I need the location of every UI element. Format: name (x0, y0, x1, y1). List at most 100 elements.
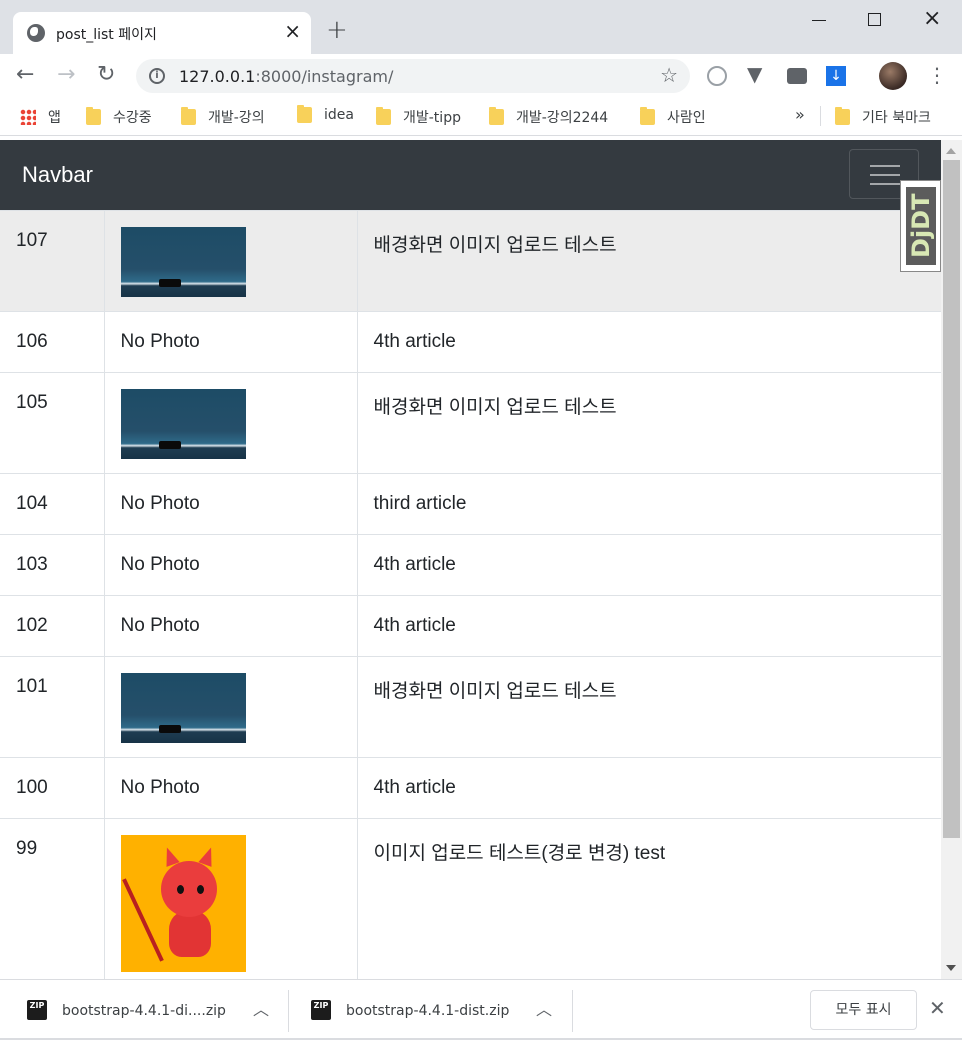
bookmark-folder[interactable]: idea (297, 105, 354, 123)
post-id-cell: 102 (0, 595, 104, 657)
post-id-cell: 103 (0, 534, 104, 596)
post-title-cell[interactable]: 4th article (357, 757, 941, 819)
vue-devtools-icon[interactable]: ▼ (747, 62, 767, 86)
post-title-cell[interactable]: 이미지 업로드 테스트(경로 변경) test (357, 818, 941, 979)
download-item[interactable]: ZIP bootstrap-4.4.1-dist.zip ︿ (289, 980, 572, 1040)
download-divider (572, 990, 573, 1032)
post-title-cell[interactable]: third article (357, 473, 941, 535)
post-photo-thumbnail (120, 389, 246, 459)
bookmarks-overflow-button[interactable]: » (795, 105, 805, 124)
folder-icon (181, 107, 196, 125)
bookmark-label: 개발-tipp (403, 110, 461, 126)
browser-tab[interactable]: post_list 페이지 × (13, 12, 311, 54)
close-tab-icon[interactable]: × (284, 21, 301, 41)
table-row: 102 No Photo 4th article (0, 595, 941, 657)
post-photo-cell: No Photo (103, 595, 358, 657)
scroll-down-arrow[interactable] (946, 965, 956, 971)
url-path: :8000/instagram/ (255, 67, 394, 86)
new-tab-button[interactable]: + (326, 17, 348, 43)
download-arrow-icon[interactable]: ↓ (826, 66, 846, 86)
back-icon[interactable]: ← (16, 61, 34, 89)
post-title-cell[interactable]: 4th article (357, 595, 941, 657)
post-photo-cell (103, 210, 358, 312)
other-bookmarks[interactable]: 기타 북마크 (835, 107, 931, 127)
eye-shape (176, 885, 184, 894)
bookmark-label: 사람인 (667, 110, 706, 126)
minimize-icon[interactable] (812, 20, 826, 21)
globe-icon (27, 24, 45, 42)
post-photo-cell: No Photo (103, 757, 358, 819)
apps-grid-icon (20, 109, 36, 125)
scroll-up-arrow[interactable] (946, 148, 956, 154)
post-photo-thumbnail (120, 673, 246, 743)
torso-shape (168, 911, 211, 957)
bookmark-folder[interactable]: 개발-tipp (376, 107, 461, 127)
bookmark-folder[interactable]: 개발-강의 (181, 107, 265, 127)
browser-toolbar: ← → ↻ i 127.0.0.1:8000/instagram/ ☆ ▼ ↓ … (0, 54, 962, 98)
forward-icon[interactable]: → (57, 61, 75, 89)
url-host: 127.0.0.1 (179, 67, 256, 86)
reload-icon[interactable]: ↻ (97, 61, 115, 89)
bookmark-label: 기타 북마크 (862, 110, 931, 126)
extension-icon[interactable] (707, 66, 727, 86)
post-title-cell[interactable]: 배경화면 이미지 업로드 테스트 (357, 656, 941, 758)
folder-icon (489, 107, 504, 125)
post-title-cell[interactable]: 배경화면 이미지 업로드 테스트 (357, 372, 941, 474)
post-photo-cell (103, 372, 358, 474)
download-filename: bootstrap-4.4.1-dist.zip (346, 1003, 510, 1019)
download-item[interactable]: ZIP bootstrap-4.4.1-di....zip ︿ (0, 980, 288, 1040)
scroll-thumb[interactable] (943, 160, 960, 838)
browser-titlebar: post_list 페이지 × + × (0, 0, 962, 54)
table-row: 101 배경화면 이미지 업로드 테스트 (0, 656, 941, 758)
profile-avatar[interactable] (879, 62, 907, 90)
hamburger-line (870, 183, 900, 185)
post-title-cell[interactable]: 4th article (357, 534, 941, 596)
post-id-cell: 104 (0, 473, 104, 535)
bookmark-label: 앱 (48, 110, 61, 126)
post-title-cell[interactable]: 4th article (357, 311, 941, 373)
table-row: 104 No Photo third article (0, 473, 941, 535)
bookmark-folder[interactable]: 개발-강의2244 (489, 107, 608, 127)
page-scrollbar[interactable] (941, 140, 962, 979)
maximize-icon[interactable] (868, 13, 881, 26)
pitchfork-shape (121, 878, 164, 962)
window-close-icon[interactable]: × (923, 6, 941, 31)
bookmark-star-icon[interactable]: ☆ (660, 63, 678, 87)
post-id-cell: 107 (0, 210, 104, 312)
table-row: 100 No Photo 4th article (0, 757, 941, 819)
post-photo-cell: No Photo (103, 311, 358, 373)
navbar: Navbar (0, 140, 941, 210)
folder-icon (376, 107, 391, 125)
post-table: 107 배경화면 이미지 업로드 테스트 106 No Photo 4th articl… (0, 210, 941, 979)
download-shelf: ZIP bootstrap-4.4.1-di....zip ︿ ZIP boot… (0, 979, 962, 1040)
chevron-up-icon[interactable]: ︿ (253, 996, 269, 1020)
tab-title: post_list 페이지 (56, 27, 157, 43)
post-rows: 107 배경화면 이미지 업로드 테스트 106 No Photo 4th articl… (0, 210, 941, 979)
bookmark-folder[interactable]: 사람인 (640, 107, 706, 127)
zip-file-icon: ZIP (27, 1000, 47, 1020)
more-menu-icon[interactable]: ⋮ (927, 63, 947, 87)
table-row: 103 No Photo 4th article (0, 534, 941, 596)
django-debug-toolbar-handle[interactable]: DjDT (900, 180, 941, 272)
hamburger-line (870, 165, 900, 167)
camera-icon[interactable] (787, 68, 807, 84)
post-photo-cell: No Photo (103, 534, 358, 596)
eye-shape (196, 885, 204, 894)
bookmark-folder[interactable]: 수강중 (86, 107, 152, 127)
head-shape (160, 861, 217, 917)
bookmarks-divider (820, 106, 821, 126)
folder-icon (640, 107, 655, 125)
bookmark-label: 개발-강의2244 (516, 110, 609, 126)
bookmark-apps[interactable]: 앱 (20, 107, 61, 127)
post-title-cell[interactable]: 배경화면 이미지 업로드 테스트 (357, 210, 941, 312)
url-text[interactable]: 127.0.0.1:8000/instagram/ (179, 67, 393, 86)
show-all-downloads-button[interactable]: 모두 표시 (810, 990, 917, 1030)
folder-icon (86, 107, 101, 125)
info-icon[interactable]: i (149, 68, 165, 84)
navbar-brand[interactable]: Navbar (22, 162, 93, 188)
chevron-up-icon[interactable]: ︿ (536, 996, 552, 1020)
post-photo-cell (103, 656, 358, 758)
address-bar[interactable]: i 127.0.0.1:8000/instagram/ ☆ (136, 59, 690, 93)
close-shelf-icon[interactable]: ✕ (929, 996, 946, 1020)
folder-icon (835, 107, 850, 125)
